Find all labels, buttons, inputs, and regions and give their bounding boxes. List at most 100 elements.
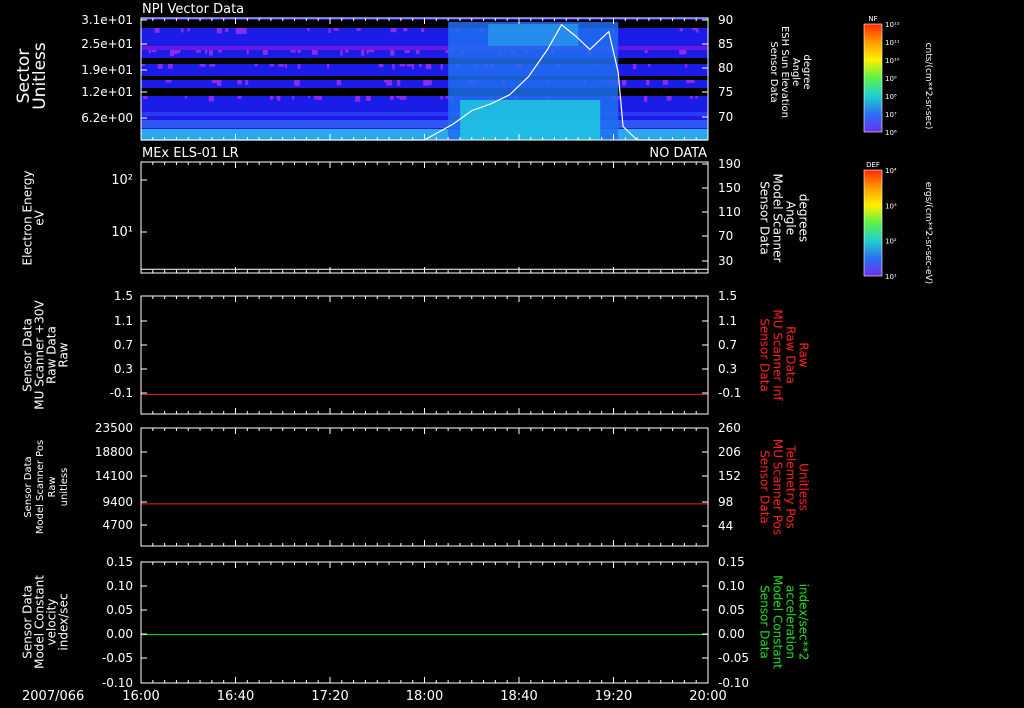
spectrogram-speckle <box>204 50 208 54</box>
right-tick-label: -0.1 <box>718 386 741 400</box>
colorbar-tick-label: 10¹ <box>885 273 897 281</box>
right-tick-label: 0.3 <box>718 362 737 376</box>
left-tick-label: 0.00 <box>106 627 133 641</box>
right-axis-label: Model Constant <box>771 575 785 669</box>
colorbar-tick-label: 10¹⁰ <box>885 57 900 65</box>
spectrogram-speckle <box>326 64 330 69</box>
right-tick-label: 0.00 <box>718 627 745 641</box>
spectrogram-speckle <box>177 50 181 54</box>
left-tick-label: 2.5e+01 <box>81 37 133 51</box>
colorbar-tick-label: 10⁸ <box>885 93 897 101</box>
spectrogram-speckle <box>622 80 627 86</box>
left-tick-label: 0.3 <box>114 362 133 376</box>
right-axis-label: Model Scanner <box>771 174 785 263</box>
spectrogram-speckle <box>143 96 148 99</box>
spectrogram-speckle <box>419 64 422 67</box>
spectrogram-speckle <box>679 28 683 32</box>
left-tick-label: 1.5 <box>114 289 133 303</box>
spectrogram-speckle <box>307 96 311 99</box>
left-tick-label: 10² <box>111 173 133 188</box>
spectrogram-speckle <box>318 96 322 101</box>
time-tick-label: 16:00 <box>122 689 159 704</box>
colorbar-title: DEF <box>866 161 880 169</box>
spectrogram-speckle <box>292 96 295 100</box>
spectrogram-speckle <box>356 28 361 31</box>
colorbar-tick-label: 10⁴ <box>885 167 897 175</box>
spectrogram-speckle <box>370 50 375 53</box>
spectrogram-speckle <box>389 96 394 100</box>
spectrogram-speckle <box>662 80 668 85</box>
right-tick-label: 75 <box>718 85 733 99</box>
spectrogram-speckle <box>269 96 274 100</box>
left-axis-label: Model Scanner Pos <box>35 440 46 534</box>
spectrogram-speckle <box>281 64 284 67</box>
right-axis-label: index/sec**2 <box>797 584 811 661</box>
panel-title: NPI Vector Data <box>142 2 244 17</box>
spectrogram-speckle <box>314 96 319 100</box>
spectrogram-speckle <box>689 96 693 99</box>
spectrogram-speckle <box>284 64 288 68</box>
spectrogram-speckle <box>390 28 397 33</box>
spectrogram-speckle <box>396 80 401 86</box>
spectrogram-speckle <box>246 50 249 55</box>
spectrogram-speckle <box>168 64 173 69</box>
right-axis-label: Angle <box>790 58 801 86</box>
right-axis-label: Sensor Data <box>758 181 772 255</box>
left-axis-label: unitless <box>59 468 70 507</box>
right-tick-label: 80 <box>718 61 733 75</box>
left-tick-label: 1.9e+01 <box>81 63 133 77</box>
right-tick-label: 44 <box>718 519 733 533</box>
spectrogram-speckle <box>692 28 698 31</box>
spectrogram-speckle <box>216 80 222 86</box>
right-axis-label: Sensor Data <box>758 318 772 392</box>
right-axis-label: ESH Sun Elevation <box>779 26 790 118</box>
spectrogram-speckle <box>141 64 145 67</box>
spectrogram-speckle <box>311 50 318 55</box>
spectrogram-speckle <box>277 96 281 101</box>
spectrogram-speckle <box>688 80 695 83</box>
right-tick-label: -0.05 <box>718 651 749 665</box>
spectrogram-speckle <box>225 28 229 32</box>
spectrogram-speckle <box>165 80 172 83</box>
colorbar-tick-label: 10⁶ <box>885 129 897 137</box>
colorbar-nf <box>863 23 883 133</box>
spectrogram-speckle <box>365 96 371 101</box>
spectrogram-speckle <box>378 64 384 68</box>
right-tick-label: 0.10 <box>718 579 745 593</box>
spectrogram-speckle <box>169 50 174 56</box>
right-tick-label: 110 <box>718 205 741 219</box>
left-tick-label: -0.10 <box>102 676 133 690</box>
spectrogram-speckle <box>269 64 274 67</box>
spectrogram-speckle <box>328 28 331 33</box>
spectrogram-speckle <box>336 80 342 86</box>
right-axis-label: Unitless <box>797 463 811 511</box>
spectrogram-speckle <box>151 50 157 53</box>
spectrogram-speckle <box>404 50 410 54</box>
spectrogram-speckle <box>400 96 407 100</box>
spectrogram-speckle <box>399 64 406 67</box>
time-tick-label: 16:40 <box>217 689 254 704</box>
spectrogram-speckle <box>647 64 651 67</box>
spectrogram-speckle <box>425 64 432 69</box>
spectrogram-hot-region <box>460 100 601 140</box>
spectrogram-speckle <box>361 50 365 56</box>
spectrogram-speckle <box>294 80 300 86</box>
spectrogram-speckle <box>333 28 339 31</box>
spectrogram-speckle <box>290 50 296 53</box>
spectrogram-speckle <box>262 50 268 55</box>
time-tick-label: 20:00 <box>689 689 726 704</box>
spectrogram-speckle <box>237 80 242 85</box>
right-tick-label: 90 <box>718 13 733 27</box>
spectrogram-speckle <box>235 28 242 34</box>
colorbar-unit: cnts/(cm**2-sr-sec) <box>923 43 933 130</box>
date-label: 2007/066 <box>22 689 84 704</box>
right-tick-label: 152 <box>718 469 741 483</box>
spectrogram-speckle <box>208 96 214 102</box>
left-tick-label: 18800 <box>95 445 133 459</box>
right-axis-label: acceleration <box>784 585 798 659</box>
spectrogram-speckle <box>366 50 372 53</box>
left-tick-label: 3.1e+01 <box>81 13 133 27</box>
spectrogram-speckle <box>440 64 443 70</box>
left-axis-label: eV <box>33 209 47 225</box>
spectrogram-speckle <box>408 64 413 67</box>
